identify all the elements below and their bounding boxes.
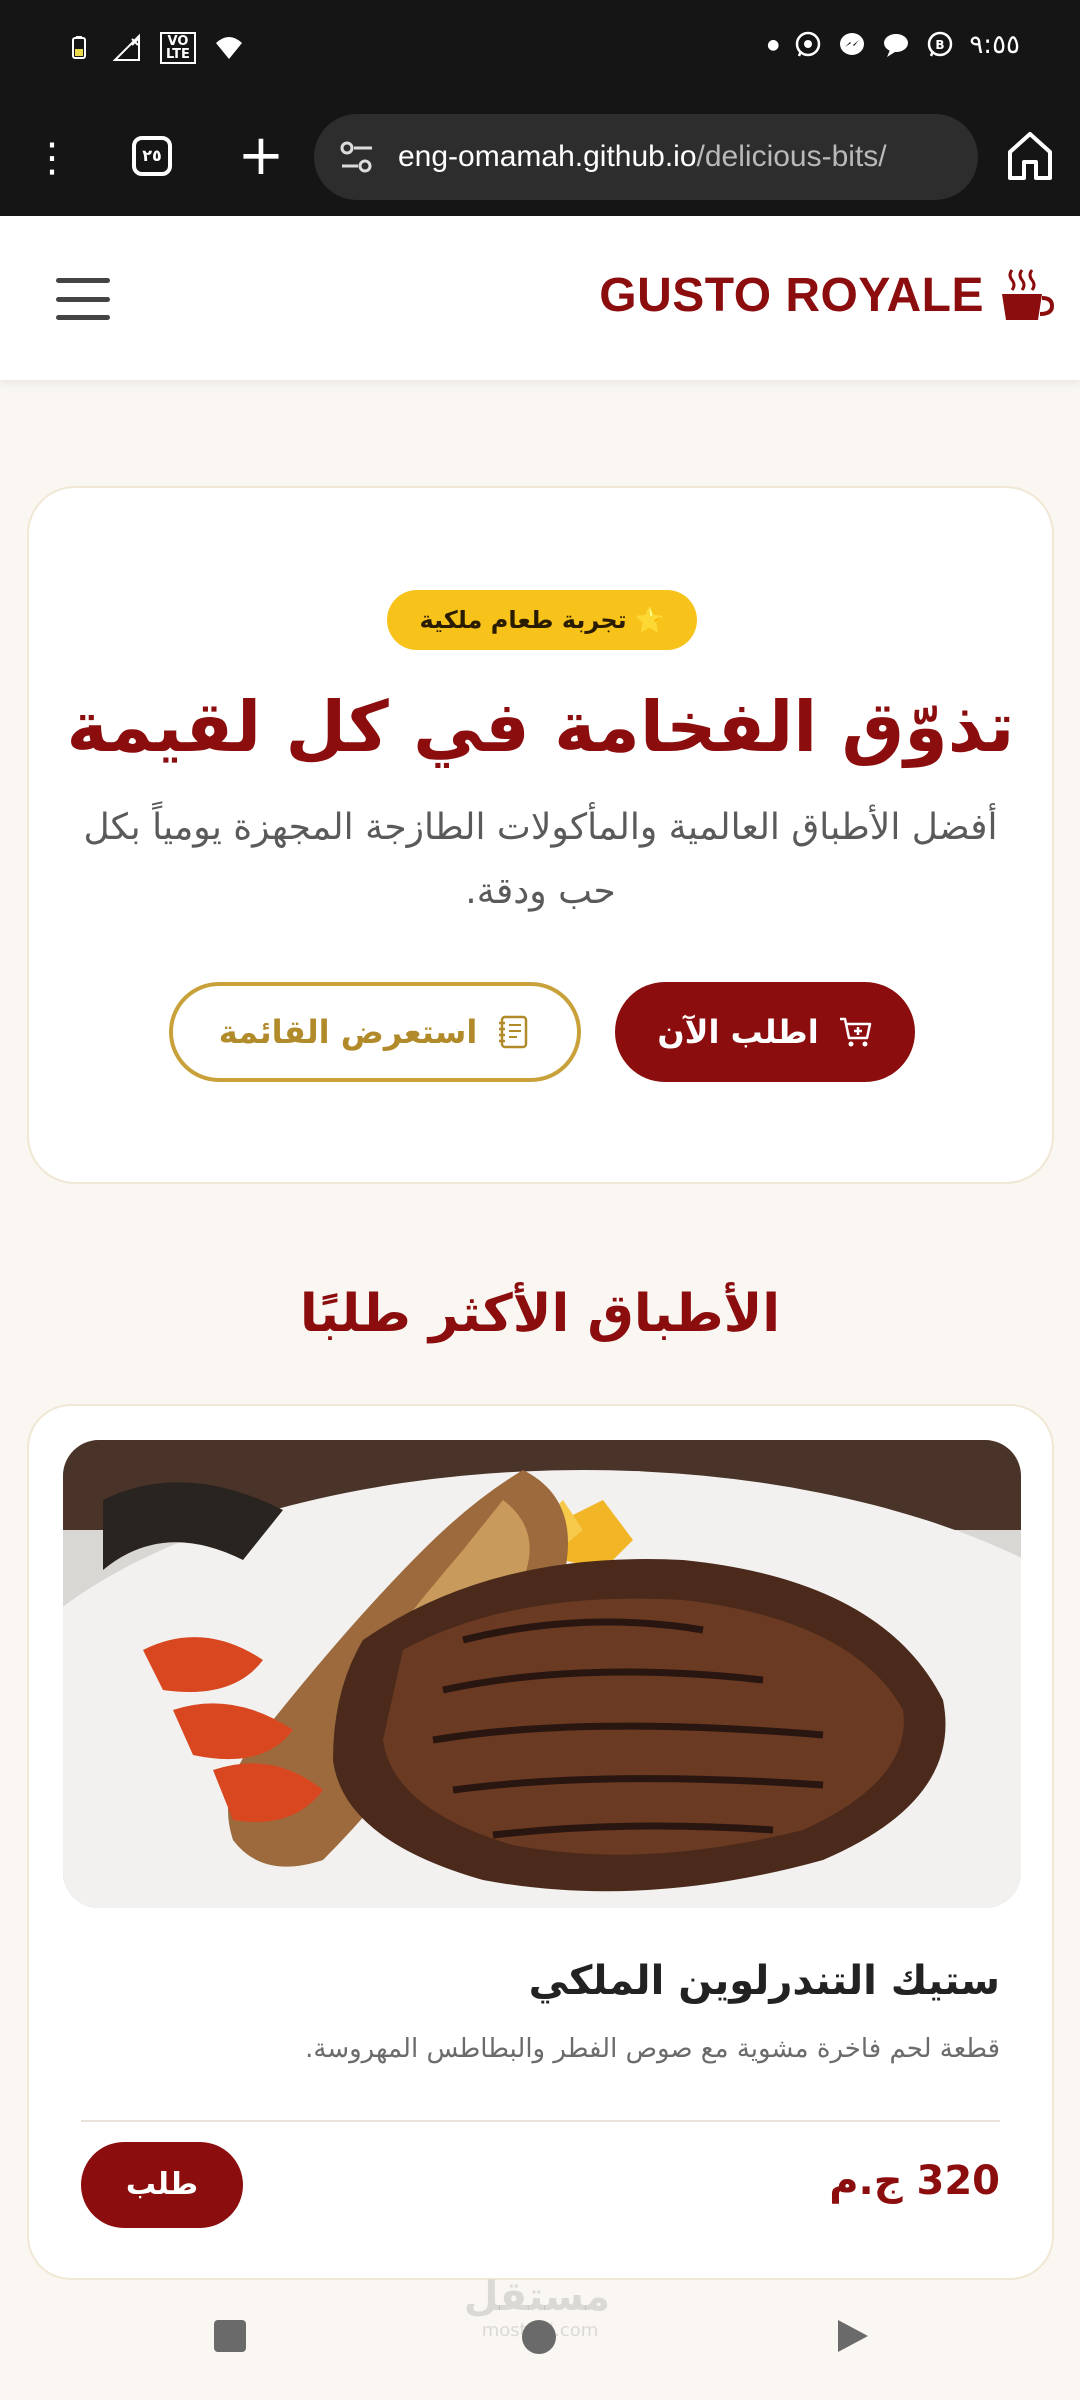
no-signal-icon: [112, 33, 140, 61]
tab-switcher-button[interactable]: ٢٥: [132, 136, 172, 176]
hero-card: ⭐ تجربة طعام ملكية تذوّق الفخامة في كل ل…: [27, 486, 1054, 1184]
coffee-cup-icon: [1002, 269, 1054, 320]
dot-icon: ●: [767, 37, 780, 53]
address-bar[interactable]: eng-omamah.github.io/delicious-bits/: [314, 114, 978, 200]
recents-button[interactable]: [214, 2320, 246, 2352]
volte-icon: VO LTE: [160, 32, 196, 64]
dish-photo: [63, 1440, 1021, 1908]
new-tab-icon[interactable]: +: [234, 126, 288, 186]
divider: [81, 2120, 1000, 2122]
site-header: GUSTO ROYALE: [0, 216, 1080, 380]
site-settings-icon[interactable]: [338, 138, 376, 176]
browser-toolbar: ⋮ ٢٥ + eng-omamah.github.io/delicious-bi…: [0, 100, 1080, 216]
status-bar: VO LTE ● B ٩:٥٥: [0, 0, 1080, 100]
url-host: eng-omamah.github.io: [398, 140, 697, 173]
whatsapp-icon: [796, 31, 821, 57]
whatsapp-business-icon: B: [928, 31, 953, 57]
hero-badge: ⭐ تجربة طعام ملكية: [387, 590, 697, 650]
browse-menu-button[interactable]: استعرض القائمة: [169, 982, 581, 1082]
dish-description: قطعة لحم فاخرة مشوية مع صوص الفطر والبطا…: [305, 2034, 1000, 2064]
hero-title: تذوّق الفخامة في كل لقيمة: [66, 686, 1015, 768]
menu-hamburger-icon[interactable]: [56, 278, 110, 320]
svg-text:B: B: [936, 38, 945, 52]
more-options-icon[interactable]: ⋮: [30, 128, 74, 188]
system-nav-bar: مستقلmostaql.com: [0, 2274, 1080, 2400]
popular-dishes-title: الأطباق الأكثر طلبًا: [299, 1284, 781, 1344]
steak-lobster-illustration: [63, 1440, 1021, 1908]
hero-badge-text: تجربة طعام ملكية: [419, 606, 627, 634]
chat-icon: [884, 34, 909, 57]
order-now-button[interactable]: اطلب الآن: [615, 982, 915, 1082]
cart-plus-icon: [839, 1017, 871, 1047]
dish-name: ستيك التندرلوين الملكي: [528, 1958, 1000, 2004]
dish-card: ستيك التندرلوين الملكي قطعة لحم فاخرة مش…: [27, 1404, 1054, 2280]
clock: ٩:٥٥: [969, 30, 1020, 60]
url-text: eng-omamah.github.io/delicious-bits/: [398, 140, 887, 174]
status-left-icons: VO LTE: [64, 32, 244, 64]
back-button-icon[interactable]: [832, 2316, 872, 2356]
order-dish-button[interactable]: طلب: [81, 2142, 243, 2228]
dish-price: 320 ج.م: [829, 2158, 1000, 2204]
messenger-icon: [840, 33, 865, 55]
battery-icon: [72, 36, 86, 59]
status-right-icons: ● B ٩:٥٥: [767, 30, 1020, 60]
wifi-icon: [215, 37, 242, 59]
brand-logo[interactable]: GUSTO ROYALE: [599, 266, 1054, 324]
star-icon: ⭐: [634, 606, 665, 634]
url-path: /delicious-bits/: [696, 140, 887, 173]
home-icon[interactable]: [1004, 128, 1056, 184]
menu-book-icon: [499, 1015, 528, 1049]
browse-menu-label: استعرض القائمة: [218, 1013, 478, 1051]
hero-subtitle: أفضل الأطباق العالمية والمأكولات الطازجة…: [83, 807, 998, 912]
home-button[interactable]: [522, 2320, 556, 2354]
brand-name: GUSTO ROYALE: [599, 268, 984, 322]
order-now-label: اطلب الآن: [657, 1013, 819, 1051]
